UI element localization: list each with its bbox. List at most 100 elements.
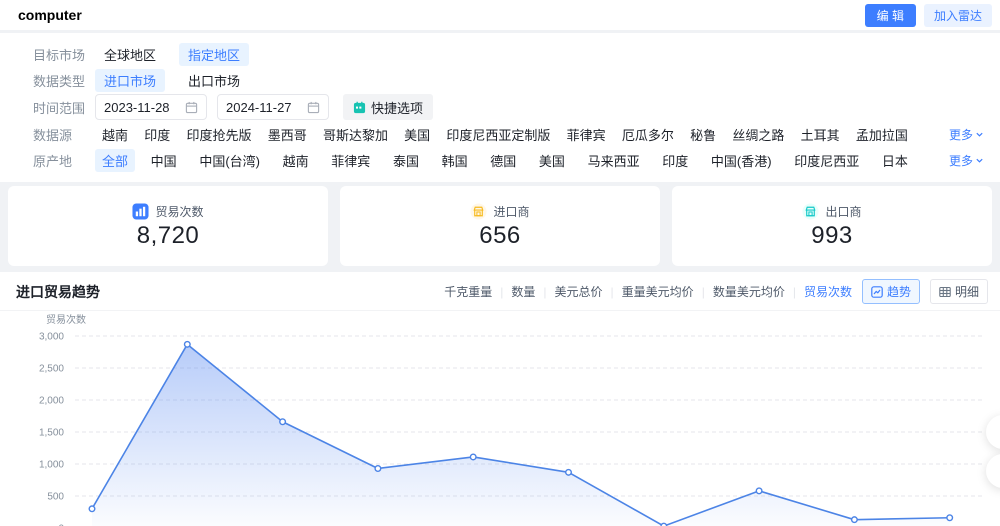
metric-option[interactable]: 美元总价 — [555, 283, 603, 300]
data-source-option[interactable]: 印度抢先版 — [179, 123, 258, 146]
stat-label: 贸易次数 — [155, 203, 203, 220]
origin-option[interactable]: 泰国 — [386, 149, 426, 172]
option-export-market[interactable]: 出口市场 — [179, 69, 249, 92]
origin-option[interactable]: 中国(台湾) — [192, 149, 267, 172]
data-source-option[interactable]: 土耳其 — [794, 123, 847, 146]
svg-text:500: 500 — [47, 492, 64, 503]
edit-button[interactable]: 编 辑 — [865, 4, 916, 27]
end-date-value[interactable] — [226, 100, 302, 115]
option-import-market[interactable]: 进口市场 — [95, 69, 165, 92]
svg-text:2,500: 2,500 — [39, 364, 64, 375]
metric-separator: | — [500, 285, 503, 299]
metric-option[interactable]: 数量美元均价 — [713, 283, 785, 300]
metric-separator: | — [611, 285, 614, 299]
data-source-items: 越南印度印度抢先版墨西哥哥斯达黎加美国印度尼西亚定制版菲律宾厄瓜多尔秘鲁丝绸之路… — [95, 123, 915, 146]
quick-calendar-icon — [353, 101, 366, 114]
stat-card-trade-count: 贸易次数 8,720 — [8, 186, 328, 266]
detail-view-button[interactable]: 明细 — [930, 279, 988, 304]
target-market-label: 目标市场 — [33, 45, 95, 64]
svg-text:3,000: 3,000 — [39, 332, 64, 343]
top-header: computer 编 辑 加入雷达 — [0, 0, 1000, 30]
end-date-input[interactable] — [217, 94, 329, 120]
time-range-label: 时间范围 — [33, 98, 95, 117]
origin-option[interactable]: 越南 — [276, 149, 316, 172]
data-source-option[interactable]: 丝绸之路 — [725, 123, 791, 146]
trend-header: 进口贸易趋势 千克重量 | 数量 | 美元总价 | 重量美元均价 | 数量美元均价 | 贸易次数 趋… — [0, 272, 1000, 311]
quick-options-button[interactable]: 快捷选项 — [343, 94, 433, 120]
origin-option[interactable]: 印度 — [655, 149, 695, 172]
origin-option[interactable]: 印度尼西亚 — [787, 149, 866, 172]
trend-chart[interactable]: 贸易次数05001,0001,5002,0002,5003,0002023-11… — [0, 311, 1000, 526]
chevron-down-icon — [975, 130, 984, 139]
origin-option[interactable]: 韩国 — [435, 149, 475, 172]
trend-view-button[interactable]: 趋势 — [862, 279, 920, 304]
origin-option[interactable]: 马来西亚 — [581, 149, 647, 172]
trend-icon — [871, 286, 883, 298]
origin-option[interactable]: 德国 — [483, 149, 523, 172]
svg-text:1,500: 1,500 — [39, 428, 64, 439]
metric-option[interactable]: 千克重量 — [444, 283, 492, 300]
metric-option[interactable]: 贸易次数 — [804, 283, 852, 300]
metric-separator: | — [543, 285, 546, 299]
stat-value: 993 — [811, 222, 853, 250]
data-source-row: 数据源 越南印度印度抢先版墨西哥哥斯达黎加美国印度尼西亚定制版菲律宾厄瓜多尔秘鲁… — [0, 121, 1000, 147]
origin-row: 原产地 全部中国中国(台湾) 越南菲律宾泰国韩国德国美国马来西亚印度中国(香港) 印… — [0, 147, 1000, 173]
page-title: computer — [18, 7, 82, 23]
chevron-down-icon — [975, 156, 984, 165]
origin-label: 原产地 — [33, 151, 95, 170]
calendar-icon — [185, 101, 198, 114]
metric-option[interactable]: 数量 — [511, 283, 535, 300]
importer-store-icon — [470, 203, 487, 220]
data-source-option[interactable]: 菲律宾 — [560, 123, 613, 146]
time-range-row: 时间范围 快捷选项 — [0, 93, 1000, 121]
trade-dashboard-page: computer 编 辑 加入雷达 目标市场 全球地区 指定地区 数据类型 进口… — [0, 0, 1000, 526]
trend-panel: 进口贸易趋势 千克重量 | 数量 | 美元总价 | 重量美元均价 | 数量美元均价 | 贸易次数 趋… — [0, 272, 1000, 526]
calendar-icon — [307, 101, 320, 114]
svg-text:2,000: 2,000 — [39, 396, 64, 407]
option-specified-region[interactable]: 指定地区 — [179, 43, 249, 66]
data-source-option[interactable]: 越南 — [95, 123, 135, 146]
origin-option[interactable]: 日本 — [875, 149, 915, 172]
trend-title: 进口贸易趋势 — [16, 282, 100, 302]
metric-switcher: 千克重量 | 数量 | 美元总价 | 重量美元均价 | 数量美元均价 | 贸易次数 趋势 明细 — [444, 279, 988, 304]
origin-more-link[interactable]: 更多 — [949, 152, 984, 169]
data-source-option[interactable]: 秘鲁 — [683, 123, 723, 146]
data-source-option[interactable]: 厄瓜多尔 — [615, 123, 681, 146]
option-global-region[interactable]: 全球地区 — [95, 43, 165, 66]
filter-panel: 目标市场 全球地区 指定地区 数据类型 进口市场 出口市场 时间范围 快捷选项 — [0, 33, 1000, 182]
target-market-row: 目标市场 全球地区 指定地区 — [0, 41, 1000, 67]
origin-option[interactable]: 中国(香港) — [704, 149, 779, 172]
stat-card-importers: 进口商 656 — [340, 186, 660, 266]
start-date-input[interactable] — [95, 94, 207, 120]
data-source-label: 数据源 — [33, 125, 95, 144]
origin-option[interactable]: 中国 — [144, 149, 184, 172]
exporter-store-icon — [802, 203, 819, 220]
data-type-label: 数据类型 — [33, 71, 95, 90]
data-source-option[interactable]: 印度 — [137, 123, 177, 146]
data-source-option[interactable]: 美国 — [397, 123, 437, 146]
metric-separator: | — [793, 285, 796, 299]
metric-separator: | — [702, 285, 705, 299]
stat-label: 进口商 — [493, 203, 529, 220]
metric-options: 千克重量 | 数量 | 美元总价 | 重量美元均价 | 数量美元均价 | 贸易次数 — [444, 283, 852, 300]
stat-value: 8,720 — [137, 222, 200, 250]
origin-option[interactable]: 菲律宾 — [324, 149, 377, 172]
data-source-option[interactable]: 墨西哥 — [261, 123, 314, 146]
stat-card-exporters: 出口商 993 — [672, 186, 992, 266]
origin-option[interactable]: 美国 — [532, 149, 572, 172]
data-source-option[interactable]: 哥斯达黎加 — [316, 123, 395, 146]
trend-chart-svg: 贸易次数05001,0001,5002,0002,5003,0002023-11… — [0, 311, 1000, 526]
data-source-option[interactable]: 孟加拉国 — [849, 123, 915, 146]
data-source-option[interactable]: 印度尼西亚定制版 — [439, 123, 557, 146]
bar-chart-icon — [132, 203, 149, 220]
start-date-value[interactable] — [104, 100, 180, 115]
data-source-more-link[interactable]: 更多 — [949, 126, 984, 143]
add-to-radar-button[interactable]: 加入雷达 — [924, 4, 992, 27]
metric-option[interactable]: 重量美元均价 — [622, 283, 694, 300]
table-icon — [939, 286, 951, 298]
data-type-row: 数据类型 进口市场 出口市场 — [0, 67, 1000, 93]
origin-items: 全部中国中国(台湾) 越南菲律宾泰国韩国德国美国马来西亚印度中国(香港) 印度尼西亚… — [95, 149, 915, 172]
stat-cards-row: 贸易次数 8,720 进口商 656 出口商 993 — [8, 186, 992, 266]
quick-options-label: 快捷选项 — [371, 98, 423, 117]
origin-option[interactable]: 全部 — [95, 149, 135, 172]
